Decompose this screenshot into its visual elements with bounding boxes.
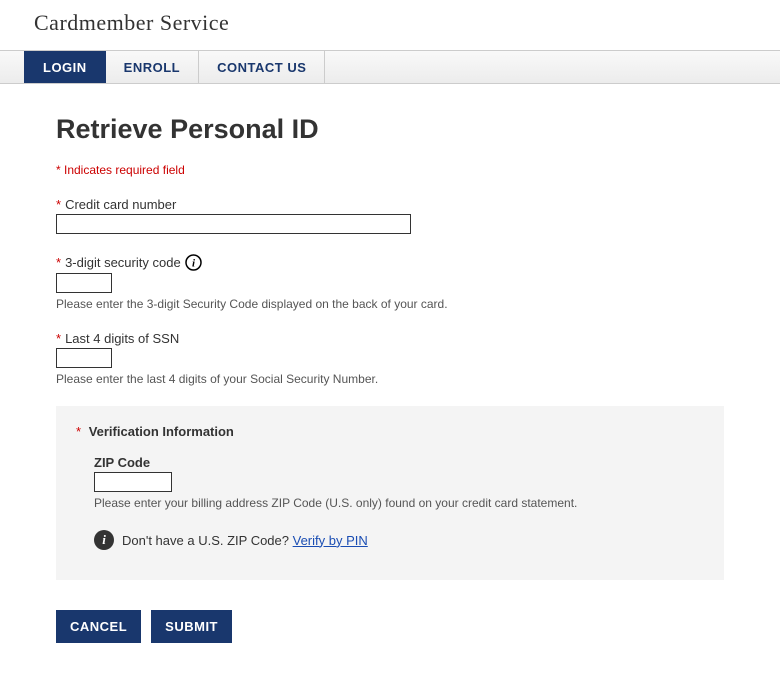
- logo: Cardmember Service: [34, 10, 780, 36]
- page-title: Retrieve Personal ID: [56, 114, 724, 145]
- tab-login[interactable]: LOGIN: [24, 51, 106, 83]
- zip-helper: Please enter your billing address ZIP Co…: [94, 496, 704, 510]
- verify-by-pin-link[interactable]: Verify by PIN: [293, 533, 368, 548]
- info-icon[interactable]: i: [185, 254, 202, 271]
- button-row: CANCEL SUBMIT: [56, 610, 724, 643]
- info-circle-icon: i: [94, 530, 114, 550]
- ssn-input[interactable]: [56, 348, 112, 368]
- zip-label: ZIP Code: [94, 455, 704, 470]
- credit-card-label: * Credit card number: [56, 197, 724, 212]
- field-security-code: * 3-digit security code i Please enter t…: [56, 254, 724, 311]
- cancel-button[interactable]: CANCEL: [56, 610, 141, 643]
- verification-section: * Verification Information ZIP Code Plea…: [56, 406, 724, 580]
- tab-enroll[interactable]: ENROLL: [106, 51, 199, 83]
- credit-card-input[interactable]: [56, 214, 411, 234]
- header: Cardmember Service: [0, 0, 780, 50]
- ssn-label-text: Last 4 digits of SSN: [65, 331, 179, 346]
- required-field-note: * Indicates required field: [56, 163, 724, 177]
- ssn-helper: Please enter the last 4 digits of your S…: [56, 372, 724, 386]
- zip-input[interactable]: [94, 472, 172, 492]
- field-ssn: * Last 4 digits of SSN Please enter the …: [56, 331, 724, 386]
- ssn-label: * Last 4 digits of SSN: [56, 331, 724, 346]
- field-zip: ZIP Code Please enter your billing addre…: [94, 455, 704, 510]
- no-zip-row: i Don't have a U.S. ZIP Code? Verify by …: [94, 530, 704, 550]
- security-code-helper: Please enter the 3-digit Security Code d…: [56, 297, 724, 311]
- required-asterisk: *: [56, 331, 61, 346]
- field-credit-card: * Credit card number: [56, 197, 724, 234]
- required-asterisk: *: [56, 197, 61, 212]
- security-code-label-text: 3-digit security code: [65, 255, 181, 270]
- security-code-label: * 3-digit security code i: [56, 254, 724, 271]
- verification-title-text: Verification Information: [89, 424, 234, 439]
- security-code-input[interactable]: [56, 273, 112, 293]
- credit-card-label-text: Credit card number: [65, 197, 176, 212]
- svg-text:i: i: [192, 258, 196, 270]
- verification-title: * Verification Information: [76, 424, 704, 439]
- required-asterisk: *: [76, 424, 81, 439]
- tab-bar: LOGIN ENROLL CONTACT US: [0, 50, 780, 84]
- required-asterisk: *: [56, 255, 61, 270]
- no-zip-prompt: Don't have a U.S. ZIP Code?: [122, 533, 293, 548]
- no-zip-text: Don't have a U.S. ZIP Code? Verify by PI…: [122, 533, 368, 548]
- submit-button[interactable]: SUBMIT: [151, 610, 232, 643]
- main-content: Retrieve Personal ID * Indicates require…: [0, 84, 780, 673]
- tab-contact-us[interactable]: CONTACT US: [199, 51, 325, 83]
